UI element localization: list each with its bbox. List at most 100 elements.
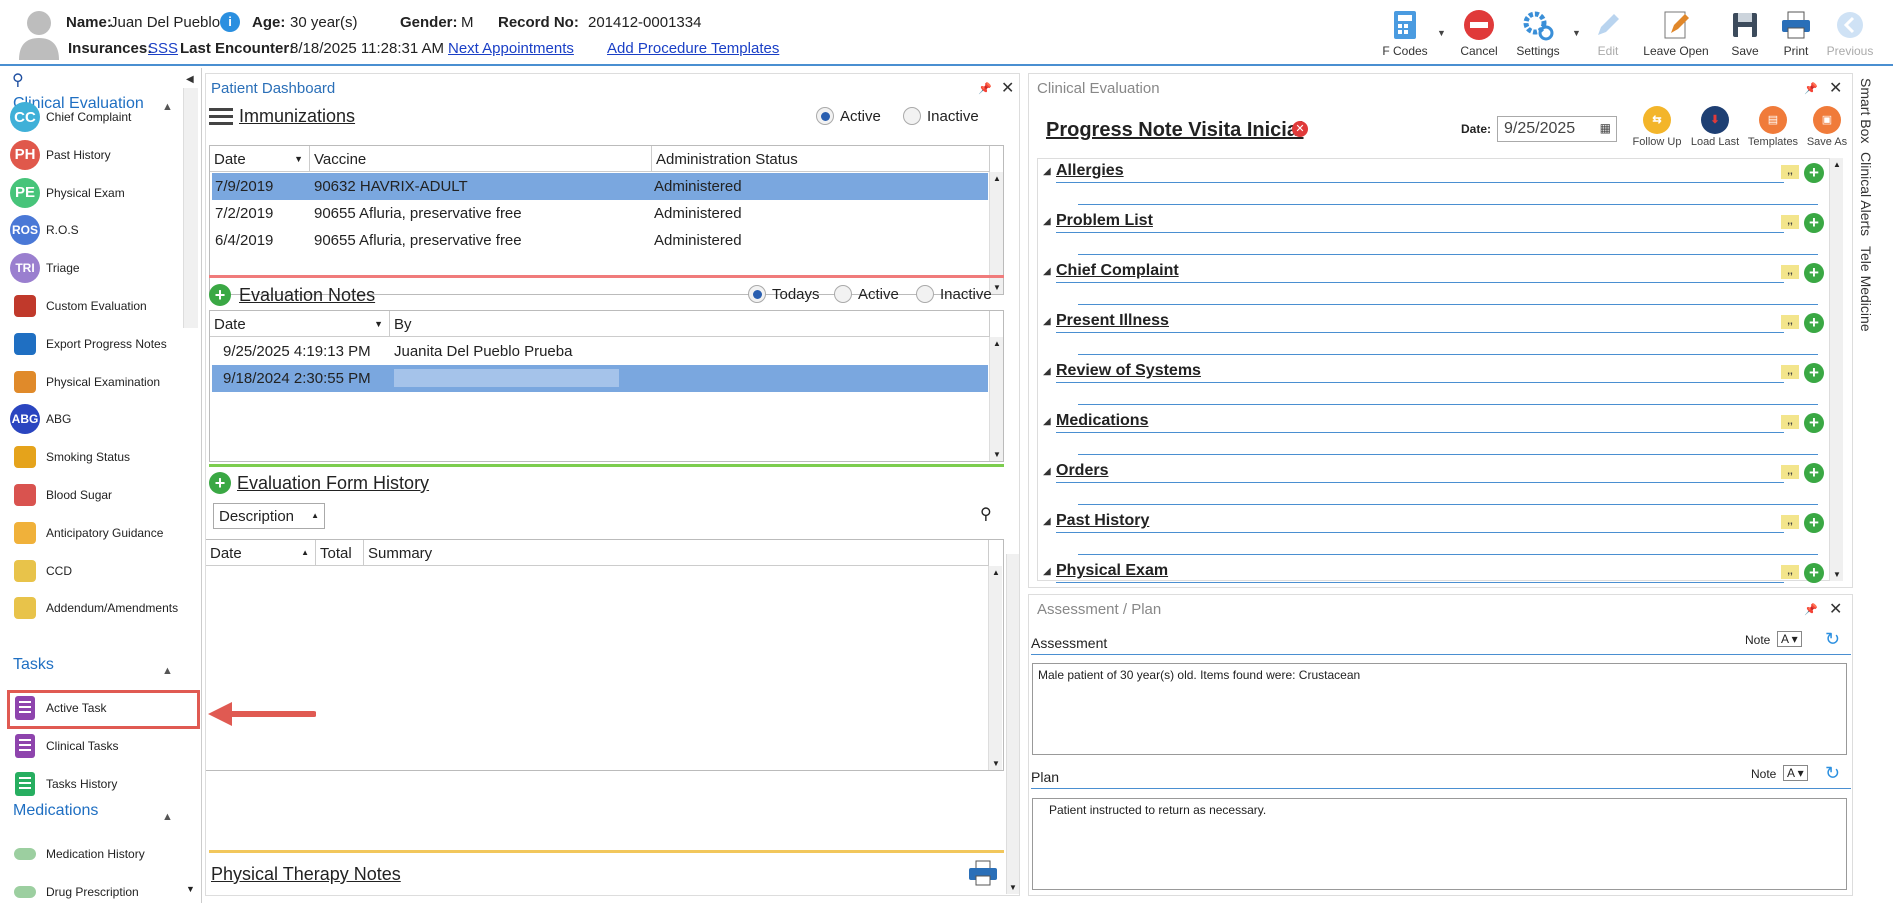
clinical-section[interactable]: ◢ Allergies,, + [1043,160,1824,208]
quote-icon[interactable]: ,, [1781,565,1799,579]
table-row[interactable]: 9/25/2025 4:19:13 PM Juanita Del Pueblo P… [212,338,988,365]
immunizations-active-radio[interactable]: Active [816,107,881,125]
clinical-scrollbar[interactable]: ▲ ▼ [1829,158,1843,581]
quote-icon[interactable]: ,, [1781,315,1799,329]
collapse-icon[interactable]: ▲ [162,101,173,113]
quote-icon[interactable]: ,, [1781,465,1799,479]
sidebar-item[interactable]: CCD [10,556,72,586]
next-appointments-link[interactable]: Next Appointments [448,40,574,57]
templates-button[interactable]: ▤ Templates [1745,106,1801,148]
add-icon[interactable]: + [1804,213,1824,233]
clinical-section[interactable]: ◢ Orders,, + [1043,460,1824,508]
sidebar-scrollbar[interactable] [183,88,198,328]
add-icon[interactable]: + [1804,563,1824,583]
leave-open-button[interactable]: Leave Open [1641,8,1711,58]
search-icon[interactable]: ⚲ [12,70,24,90]
close-icon[interactable]: ✕ [1829,78,1842,98]
pin-icon[interactable]: 📌 [1804,603,1818,616]
clinical-section[interactable]: ◢ Past History,, + [1043,510,1824,558]
sidebar-item[interactable]: CC Chief Complaint [10,102,131,132]
collapse-icon[interactable]: ▲ [162,665,173,677]
section-title[interactable]: Allergies [1056,162,1124,180]
tab-smart-box[interactable]: Smart Box [1858,78,1874,143]
notes-todays-radio[interactable]: Todays [748,285,820,303]
column-header-status[interactable]: Administration Status [652,146,990,172]
add-icon[interactable]: + [1804,363,1824,383]
quote-icon[interactable]: ,, [1781,215,1799,229]
column-header-vaccine[interactable]: Vaccine [310,146,652,172]
column-header-date[interactable]: Date ▲ [206,540,316,566]
immunizations-title[interactable]: Immunizations [239,106,355,127]
table-row[interactable]: 7/9/2019 90632 HAVRIX-ADULT Administered [212,173,988,200]
quote-icon[interactable]: ,, [1781,165,1799,179]
print-button[interactable]: Print [1766,8,1826,58]
add-icon[interactable]: + [1804,163,1824,183]
expand-icon[interactable]: ◢ [1043,316,1051,327]
expand-icon[interactable]: ◢ [1043,566,1051,577]
menu-icon[interactable] [209,106,233,128]
refresh-icon[interactable]: ↻ [1825,629,1840,650]
section-tasks[interactable]: Tasks [13,656,54,674]
search-icon[interactable]: ⚲ [980,504,992,524]
sidebar-item[interactable]: ABG ABG [10,404,71,435]
sidebar-item[interactable]: Addendum/Amendments [10,593,178,623]
expand-icon[interactable]: ◢ [1043,466,1051,477]
section-title[interactable]: Review of Systems [1056,362,1201,380]
section-medications[interactable]: Medications [13,802,98,820]
note-dropdown[interactable]: A ▾ [1783,765,1808,781]
clinical-section[interactable]: ◢ Review of Systems,, + [1043,360,1824,408]
section-title[interactable]: Orders [1056,462,1108,480]
expand-icon[interactable]: ◢ [1043,166,1051,177]
sidebar-item[interactable]: Medication History [10,839,145,869]
sidebar-item[interactable]: Physical Examination [10,367,160,397]
clinical-section[interactable]: ◢ Medications,, + [1043,410,1824,458]
notes-active-radio[interactable]: Active [834,285,899,303]
table-row[interactable]: 9/18/2024 2:30:55 PM [212,365,988,392]
tab-clinical-alerts[interactable]: Clinical Alerts [1858,152,1874,236]
column-header-by[interactable]: By [390,311,990,337]
immunizations-inactive-radio[interactable]: Inactive [903,107,979,125]
add-icon[interactable]: + [1804,413,1824,433]
clinical-section[interactable]: ◢ Problem List,, + [1043,210,1824,258]
sidebar-item[interactable]: Smoking Status [10,442,130,472]
add-evaluation-note-button[interactable]: + [209,284,231,306]
assessment-textbox[interactable]: Male patient of 30 year(s) old. Items fo… [1032,663,1847,755]
add-form-history-button[interactable]: + [209,472,231,494]
column-header-summary[interactable]: Summary [364,540,989,566]
expand-icon[interactable]: ◢ [1043,216,1051,227]
settings-button[interactable]: Settings [1508,8,1568,58]
sidebar-item[interactable]: PE Physical Exam [10,177,125,208]
add-icon[interactable]: + [1804,313,1824,333]
table-row[interactable]: 7/2/2019 90655 Afluria, preservative free… [212,200,988,227]
dashboard-scrollbar[interactable]: ▼ [1006,554,1019,894]
load-last-button[interactable]: ⬇ Load Last [1687,106,1743,148]
sidebar-item[interactable]: Custom Evaluation [10,291,147,321]
sidebar-item[interactable]: Tasks History [10,769,117,799]
expand-icon[interactable]: ◢ [1043,416,1051,427]
column-header-date[interactable]: Date ▼ [210,311,390,337]
form-history-scrollbar[interactable]: ▲ ▼ [988,566,1002,770]
collapse-left-icon[interactable]: ◀ [186,74,194,85]
date-input[interactable]: 9/25/2025 ▦ [1497,116,1617,142]
evaluation-notes-title[interactable]: Evaluation Notes [239,285,375,306]
column-header-total[interactable]: Total [316,540,364,566]
notes-scrollbar[interactable]: ▲ ▼ [989,337,1003,461]
previous-button[interactable]: Previous [1820,8,1880,58]
insurance-link[interactable]: SSS [148,40,178,57]
sidebar-item[interactable]: TRI Triage [10,253,80,284]
fcodes-button[interactable]: F Codes [1375,8,1435,58]
save-as-button[interactable]: ▣ Save As [1799,106,1855,148]
add-icon[interactable]: + [1804,463,1824,483]
section-title[interactable]: Chief Complaint [1056,262,1179,280]
collapse-icon[interactable]: ▲ [162,811,173,823]
section-title[interactable]: Medications [1056,412,1148,430]
tab-tele-medicine[interactable]: Tele Medicine [1858,246,1874,332]
add-icon[interactable]: + [1804,513,1824,533]
notes-inactive-radio[interactable]: Inactive [916,285,992,303]
info-icon[interactable]: i [220,12,240,32]
description-filter-dropdown[interactable]: Description ▲ [213,503,325,529]
section-title[interactable]: Past History [1056,512,1149,530]
add-icon[interactable]: + [1804,263,1824,283]
sidebar-item[interactable]: Clinical Tasks [10,731,118,761]
section-title[interactable]: Present Illness [1056,312,1169,330]
